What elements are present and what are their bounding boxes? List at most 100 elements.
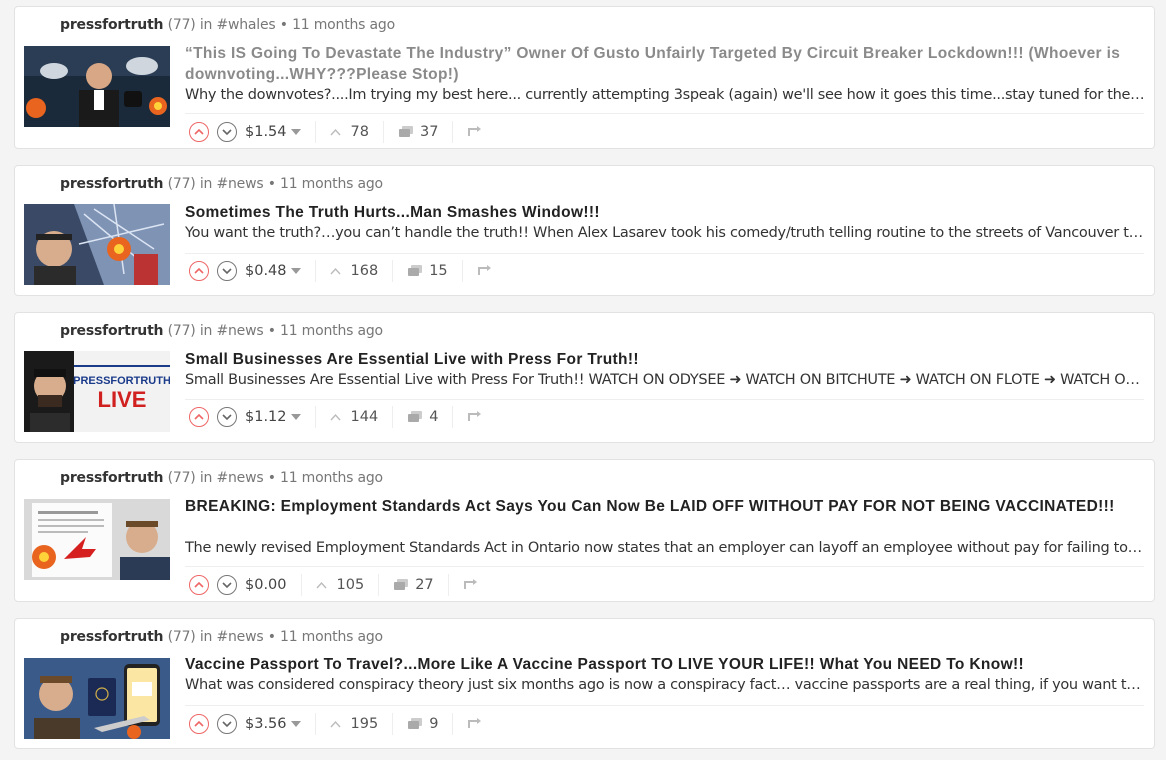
post-title[interactable]: Sometimes The Truth Hurts...Man Smashes … [185, 202, 1140, 223]
post-thumbnail[interactable] [24, 499, 170, 580]
upvote-button[interactable] [189, 122, 209, 142]
post-description[interactable]: The newly revised Employment Standards A… [185, 540, 1145, 556]
upvote-button[interactable] [189, 714, 209, 734]
payout-dropdown[interactable]: $3.56 [245, 716, 301, 732]
divider [185, 113, 1144, 114]
post-thumbnail[interactable]: PRESSFORTRUTH LIVE [24, 351, 170, 432]
post-time[interactable]: 11 months ago [280, 629, 383, 645]
caret-down-icon [290, 721, 301, 727]
payout-dropdown[interactable]: $0.48 [245, 263, 301, 279]
votes-value: 105 [336, 577, 365, 593]
post-meta: pressfortruth (77) in #news • 11 months … [60, 470, 383, 486]
payout-value[interactable]: $0.00 [245, 577, 287, 593]
downvote-button[interactable] [217, 122, 237, 142]
comments-link[interactable]: 37 [398, 124, 438, 140]
reblog-button[interactable] [463, 577, 479, 594]
post-description[interactable]: What was considered conspiracy theory ju… [185, 677, 1145, 693]
post-time[interactable]: 11 months ago [280, 323, 383, 339]
comments-value: 4 [429, 409, 439, 425]
post-description[interactable]: Small Businesses Are Essential Live with… [185, 372, 1145, 388]
comments-icon [408, 718, 423, 729]
downvote-button[interactable] [217, 575, 237, 595]
post-description[interactable]: You want the truth?…you can’t handle the… [185, 225, 1145, 241]
post-title[interactable]: Small Businesses Are Essential Live with… [185, 349, 1140, 370]
tag-link[interactable]: #whales [216, 17, 275, 33]
in-label: in [199, 629, 213, 645]
author-link[interactable]: pressfortruth [60, 176, 164, 192]
downvote-button[interactable] [217, 407, 237, 427]
upvote-button[interactable] [189, 261, 209, 281]
divider [185, 705, 1144, 706]
upvote-button[interactable] [189, 407, 209, 427]
comments-link[interactable]: 4 [407, 409, 438, 425]
voters-count[interactable]: 144 [329, 409, 378, 425]
voters-count[interactable]: 105 [315, 577, 365, 593]
post-title[interactable]: “This IS Going To Devastate The Industry… [185, 43, 1140, 85]
post-footer: $0.48 168 15 [189, 260, 493, 282]
post-thumbnail[interactable] [24, 46, 170, 127]
reblog-button[interactable] [467, 716, 483, 733]
reblog-button[interactable] [467, 409, 483, 426]
separator [314, 713, 316, 735]
post-time[interactable]: 11 months ago [280, 470, 383, 486]
separator [392, 260, 394, 282]
comments-icon [398, 126, 413, 137]
reblog-icon [477, 264, 491, 275]
separator [452, 713, 454, 735]
author-link[interactable]: pressfortruth [60, 470, 164, 486]
divider [185, 253, 1144, 254]
meta-dot: • [267, 176, 276, 192]
chevron-up-icon [329, 128, 341, 136]
post-meta: pressfortruth (77) in #news • 11 months … [60, 629, 383, 645]
comments-value: 37 [419, 124, 439, 140]
comments-value: 27 [415, 577, 434, 593]
separator [382, 121, 384, 143]
comments-icon [394, 579, 409, 590]
comments-link[interactable]: 15 [407, 263, 448, 279]
tag-link[interactable]: #news [216, 176, 263, 192]
payout-value: $1.12 [245, 409, 287, 425]
downvote-button[interactable] [217, 261, 237, 281]
chevron-up-icon [329, 413, 341, 421]
voters-count[interactable]: 195 [329, 716, 378, 732]
comments-link[interactable]: 27 [393, 577, 434, 593]
post-title[interactable]: Vaccine Passport To Travel?...More Like … [185, 654, 1140, 675]
post-thumbnail[interactable] [24, 658, 170, 739]
post-title[interactable]: BREAKING: Employment Standards Act Says … [185, 496, 1140, 517]
separator [452, 406, 454, 428]
voters-count[interactable]: 78 [329, 124, 369, 140]
post-thumbnail[interactable] [24, 204, 170, 285]
downvote-button[interactable] [217, 714, 237, 734]
tag-link[interactable]: #news [216, 323, 263, 339]
separator [314, 260, 316, 282]
separator [452, 121, 454, 143]
separator [392, 713, 394, 735]
in-label: in [199, 176, 213, 192]
post-time[interactable]: 11 months ago [292, 17, 395, 33]
reputation: (77) [167, 17, 196, 33]
payout-value: $3.56 [245, 716, 287, 732]
comments-icon [408, 411, 423, 422]
post-time[interactable]: 11 months ago [280, 176, 383, 192]
in-label: in [199, 470, 213, 486]
comments-value: 15 [429, 263, 448, 279]
tag-link[interactable]: #news [216, 470, 263, 486]
upvote-button[interactable] [189, 575, 209, 595]
voters-count[interactable]: 168 [329, 263, 379, 279]
reblog-button[interactable] [477, 263, 493, 280]
post-description[interactable]: Why the downvotes?....Im trying my best … [185, 87, 1145, 103]
chevron-up-icon [315, 581, 327, 589]
votes-value: 168 [350, 263, 379, 279]
meta-dot: • [267, 629, 276, 645]
author-link[interactable]: pressfortruth [60, 629, 164, 645]
author-link[interactable]: pressfortruth [60, 17, 164, 33]
post-card: pressfortruth (77) in #whales • 11 month… [14, 6, 1155, 149]
author-link[interactable]: pressfortruth [60, 323, 164, 339]
comments-link[interactable]: 9 [407, 716, 438, 732]
meta-dot: • [267, 323, 276, 339]
tag-link[interactable]: #news [216, 629, 263, 645]
thumb-text-top: PRESSFORTRUTH [73, 375, 170, 387]
payout-dropdown[interactable]: $1.12 [245, 409, 301, 425]
payout-dropdown[interactable]: $1.54 [245, 124, 301, 140]
reblog-button[interactable] [467, 124, 483, 141]
